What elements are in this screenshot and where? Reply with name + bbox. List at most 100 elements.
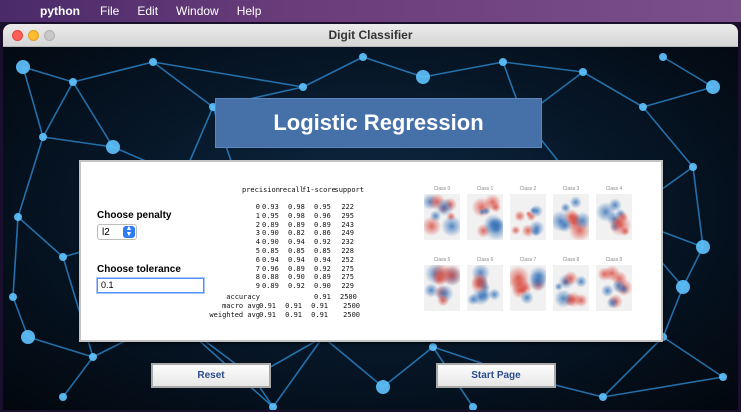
report-cell-recall: 0.98 bbox=[288, 203, 305, 211]
report-column-header: f1-score bbox=[302, 186, 336, 194]
class-image-caption: Class 0 bbox=[433, 186, 451, 192]
report-cell-precision: 0.96 bbox=[262, 264, 279, 273]
report-column-header: recall bbox=[278, 186, 304, 194]
report-cell-recall: 0.94 bbox=[288, 238, 305, 247]
penalty-select[interactable]: l2 ▲ ▼ bbox=[97, 224, 137, 240]
report-cell-precision: 0.85 bbox=[262, 247, 279, 255]
report-cell-recall: 0.82 bbox=[288, 229, 305, 238]
report-column-header: precision bbox=[242, 186, 280, 194]
class-weight-image-7: Class 7 bbox=[510, 257, 546, 311]
report-cell: 0.91 bbox=[314, 293, 331, 301]
minimize-window-button[interactable] bbox=[28, 30, 39, 41]
report-cell: macro avg bbox=[222, 302, 260, 310]
report-cell-f1: 0.85 bbox=[314, 247, 331, 255]
report-cell-f1: 0.94 bbox=[314, 255, 331, 264]
report-cell-label: 8 bbox=[255, 273, 260, 282]
class-weight-image-1: Class 1 bbox=[467, 186, 503, 240]
report-cell-label: 4 bbox=[255, 238, 260, 247]
class-weight-image-2: Class 2 bbox=[510, 186, 546, 240]
class-weight-image-3: Class 3 bbox=[553, 186, 589, 240]
weight-heatmap bbox=[424, 265, 460, 311]
report-cell-support: 275 bbox=[341, 264, 354, 273]
report-cell-precision: 0.88 bbox=[262, 273, 279, 282]
app-window: Digit Classifier Logistic Regression Cho… bbox=[3, 24, 738, 410]
class-image-caption: Class 8 bbox=[562, 257, 580, 263]
class-weight-image-4: Class 4 bbox=[596, 186, 632, 240]
report-cell-label: 1 bbox=[255, 211, 260, 220]
start-page-button[interactable]: Start Page bbox=[436, 363, 556, 388]
class-image-caption: Class 9 bbox=[605, 257, 623, 263]
report-cell-support: 252 bbox=[341, 255, 354, 264]
report-cell-precision: 0.95 bbox=[262, 211, 279, 220]
report-cell-label: 5 bbox=[255, 247, 260, 255]
menu-edit[interactable]: Edit bbox=[137, 4, 158, 18]
penalty-select-value: l2 bbox=[102, 227, 110, 238]
report-cell-precision: 0.90 bbox=[262, 238, 279, 247]
class-weight-image-8: Class 8 bbox=[553, 257, 589, 311]
report-cell-f1: 0.92 bbox=[314, 238, 331, 247]
report-cell: 0.91 bbox=[311, 310, 328, 319]
report-cell-recall: 0.85 bbox=[288, 247, 305, 255]
report-cell: 0.91 bbox=[285, 302, 302, 310]
report-cell-support: 222 bbox=[341, 203, 354, 211]
report-cell: weighted avg bbox=[209, 310, 260, 319]
menu-bar: python File Edit Window Help bbox=[0, 0, 741, 22]
weight-heatmap bbox=[467, 194, 503, 240]
report-cell-f1: 0.86 bbox=[314, 229, 331, 238]
menu-window[interactable]: Window bbox=[176, 4, 219, 18]
report-cell-label: 9 bbox=[255, 282, 260, 291]
class-image-caption: Class 4 bbox=[605, 186, 623, 192]
class-weight-image-9: Class 9 bbox=[596, 257, 632, 311]
class-weight-image-0: Class 0 bbox=[424, 186, 460, 240]
report-cell-f1: 0.92 bbox=[314, 264, 331, 273]
weight-heatmap bbox=[596, 194, 632, 240]
report-cell-label: 2 bbox=[255, 220, 260, 229]
weight-heatmap bbox=[467, 265, 503, 311]
report-cell-precision: 0.90 bbox=[262, 229, 279, 238]
report-cell-precision: 0.89 bbox=[262, 220, 279, 229]
class-image-caption: Class 5 bbox=[433, 257, 451, 263]
window-title: Digit Classifier bbox=[328, 28, 413, 42]
model-title-banner: Logistic Regression bbox=[215, 98, 542, 148]
results-panel: Choose penalty l2 ▲ ▼ Choose tolerance 0.… bbox=[79, 160, 663, 342]
report-cell-f1: 0.89 bbox=[314, 273, 331, 282]
weight-heatmap bbox=[596, 265, 632, 311]
tolerance-input[interactable]: 0.1 bbox=[97, 278, 204, 293]
select-stepper-icon[interactable]: ▲ ▼ bbox=[123, 225, 135, 238]
close-window-button[interactable] bbox=[12, 30, 23, 41]
penalty-label: Choose penalty bbox=[97, 210, 172, 221]
report-cell-precision: 0.89 bbox=[262, 282, 279, 291]
report-cell-support: 295 bbox=[341, 211, 354, 220]
reset-button[interactable]: Reset bbox=[151, 363, 271, 388]
report-cell-f1: 0.90 bbox=[314, 282, 331, 291]
report-cell: accuracy bbox=[226, 293, 260, 301]
menu-help[interactable]: Help bbox=[237, 4, 262, 18]
class-image-caption: Class 3 bbox=[562, 186, 580, 192]
report-cell-support: 228 bbox=[341, 247, 354, 255]
report-cell-recall: 0.89 bbox=[288, 264, 305, 273]
weight-heatmap bbox=[553, 194, 589, 240]
menu-app-name[interactable]: python bbox=[40, 4, 80, 18]
report-cell-label: 7 bbox=[255, 264, 260, 273]
weight-heatmap bbox=[553, 265, 589, 311]
weight-heatmap bbox=[424, 194, 460, 240]
title-bar[interactable]: Digit Classifier bbox=[3, 24, 738, 47]
report-cell: 2500 bbox=[343, 302, 360, 310]
weight-heatmap bbox=[510, 194, 546, 240]
report-cell: 0.91 bbox=[311, 302, 328, 310]
report-cell: 0.91 bbox=[259, 302, 276, 310]
report-cell-recall: 0.89 bbox=[288, 220, 305, 229]
weight-heatmap bbox=[510, 265, 546, 311]
report-cell: 0.91 bbox=[259, 310, 276, 319]
report-cell: 2500 bbox=[343, 310, 360, 319]
report-cell-label: 6 bbox=[255, 255, 260, 264]
maximize-window-button[interactable] bbox=[44, 30, 55, 41]
report-cell-recall: 0.90 bbox=[288, 273, 305, 282]
report-column-header: support bbox=[334, 186, 364, 194]
report-cell-recall: 0.98 bbox=[288, 211, 305, 220]
class-image-caption: Class 7 bbox=[519, 257, 537, 263]
report-cell-f1: 0.95 bbox=[314, 203, 331, 211]
report-cell: 0.91 bbox=[285, 310, 302, 319]
menu-file[interactable]: File bbox=[100, 4, 119, 18]
class-weight-image-6: Class 6 bbox=[467, 257, 503, 311]
